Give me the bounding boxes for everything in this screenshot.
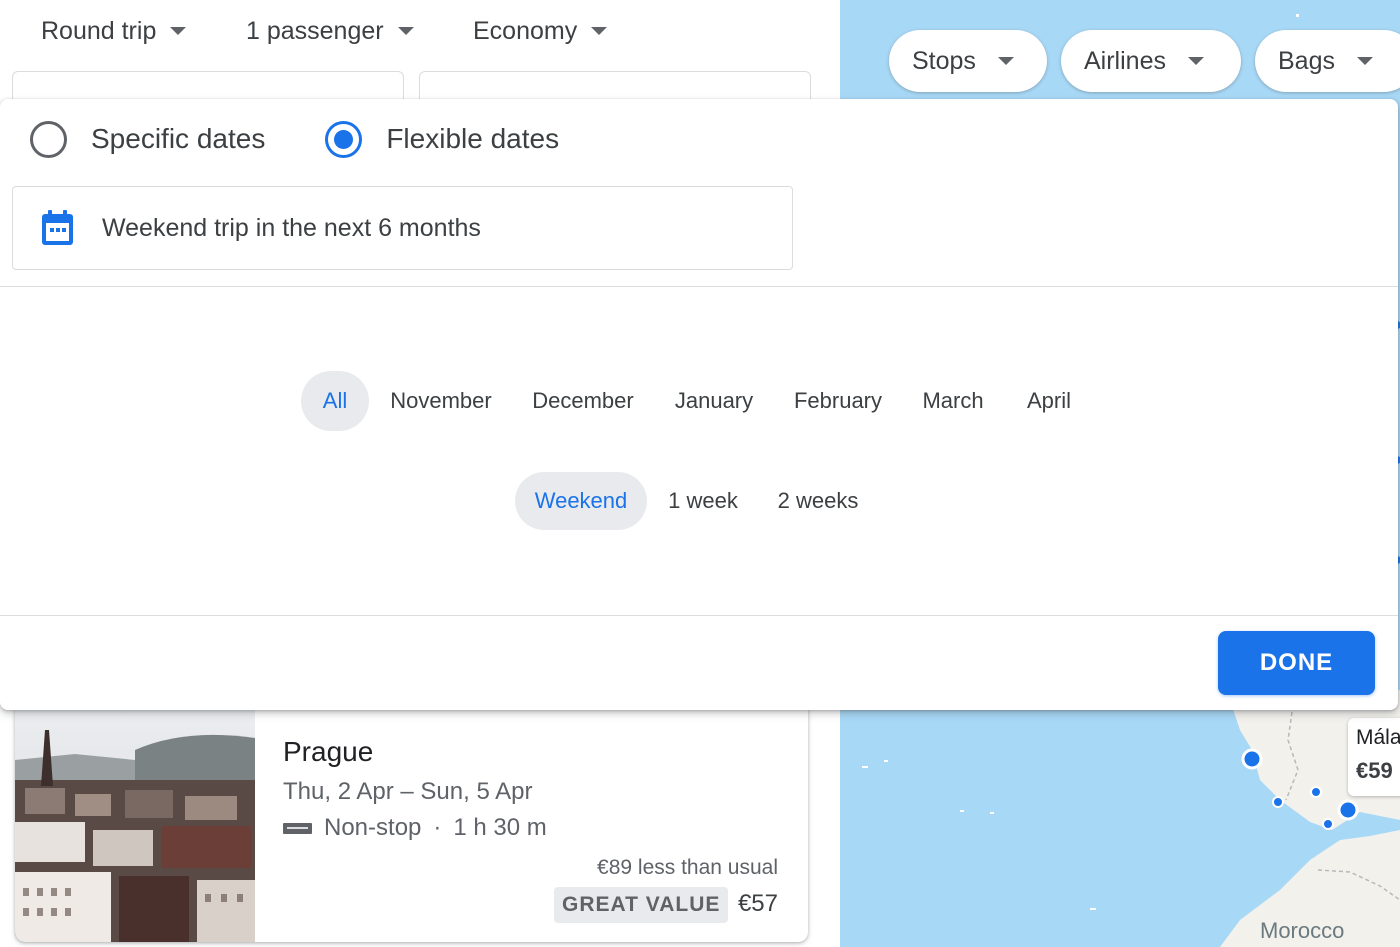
destination-result-card[interactable]: Prague Thu, 2 Apr – Sun, 5 Apr Non-stop … bbox=[15, 690, 808, 942]
divider bbox=[0, 286, 1398, 287]
pin-price: €59 bbox=[1356, 758, 1393, 783]
search-options-bar: Round trip 1 passenger Economy bbox=[0, 0, 840, 62]
done-button[interactable]: DONE bbox=[1218, 631, 1375, 695]
specific-dates-option[interactable]: Specific dates bbox=[30, 120, 266, 158]
stops-filter-label: Stops bbox=[912, 46, 976, 75]
airlines-filter-chip[interactable]: Airlines bbox=[1061, 30, 1241, 92]
great-value-badge: GREAT VALUE bbox=[554, 887, 729, 923]
caret-down-icon bbox=[170, 27, 187, 35]
trip-summary-field[interactable]: Weekend trip in the next 6 months bbox=[12, 186, 793, 270]
caret-down-icon bbox=[997, 57, 1014, 65]
trip-summary-text: Weekend trip in the next 6 months bbox=[102, 213, 481, 242]
passengers-dropdown[interactable]: 1 passenger bbox=[246, 12, 414, 50]
bags-filter-label: Bags bbox=[1278, 46, 1335, 75]
caret-down-icon bbox=[591, 27, 608, 35]
cabin-class-dropdown[interactable]: Economy bbox=[473, 12, 608, 50]
flight-duration: 1 h 30 m bbox=[453, 814, 547, 841]
trip-dates: Thu, 2 Apr – Sun, 5 Apr bbox=[283, 778, 533, 805]
calendar-icon bbox=[41, 210, 74, 246]
flight-info: Non-stop · 1 h 30 m bbox=[283, 814, 547, 842]
divider bbox=[0, 615, 1398, 616]
price: €57 bbox=[737, 890, 778, 917]
duration-pill-1-week[interactable]: 1 week bbox=[659, 472, 747, 530]
stops-label: Non-stop bbox=[324, 814, 422, 841]
duration-pill-2-weeks[interactable]: 2 weeks bbox=[768, 472, 868, 530]
date-mode-selector: Specific dates Flexible dates bbox=[30, 119, 619, 159]
date-picker-dialog: Specific dates Flexible dates Weekend tr… bbox=[0, 99, 1398, 710]
passengers-label: 1 passenger bbox=[246, 16, 384, 45]
caret-down-icon bbox=[1187, 57, 1204, 65]
caret-down-icon bbox=[397, 27, 414, 35]
month-pill-march[interactable]: March bbox=[912, 371, 994, 431]
destination-photo bbox=[15, 690, 255, 942]
trip-type-label: Round trip bbox=[41, 16, 157, 45]
month-pill-february[interactable]: February bbox=[784, 371, 892, 431]
destination-name: Prague bbox=[283, 736, 374, 767]
pin-city: Mála bbox=[1356, 726, 1400, 749]
caret-down-icon bbox=[1356, 57, 1373, 65]
specific-dates-radio[interactable] bbox=[30, 120, 67, 158]
month-selector: All November December January February M… bbox=[0, 371, 1398, 431]
flexible-dates-option[interactable]: Flexible dates bbox=[325, 120, 560, 158]
separator-dot: · bbox=[433, 814, 442, 841]
duration-pill-weekend[interactable]: Weekend bbox=[515, 472, 647, 530]
airline-logo-icon bbox=[283, 822, 312, 834]
trip-type-dropdown[interactable]: Round trip bbox=[41, 12, 187, 50]
month-pill-january[interactable]: January bbox=[664, 371, 764, 431]
specific-dates-label: Specific dates bbox=[91, 123, 266, 154]
cabin-class-label: Economy bbox=[473, 16, 578, 45]
month-pill-april[interactable]: April bbox=[1014, 371, 1084, 431]
airlines-filter-label: Airlines bbox=[1084, 46, 1166, 75]
bags-filter-chip[interactable]: Bags bbox=[1255, 30, 1400, 92]
month-pill-december[interactable]: December bbox=[522, 371, 644, 431]
map-price-pin[interactable]: Mála €59 bbox=[1348, 718, 1400, 796]
map-country-label: Morocco bbox=[1260, 918, 1345, 943]
trip-length-selector: Weekend 1 week 2 weeks bbox=[0, 472, 1398, 530]
month-pill-all[interactable]: All bbox=[301, 371, 369, 431]
stops-filter-chip[interactable]: Stops bbox=[889, 30, 1047, 92]
flexible-dates-label: Flexible dates bbox=[386, 123, 560, 154]
deal-note: €89 less than usual bbox=[597, 856, 778, 879]
flexible-dates-radio[interactable] bbox=[325, 120, 363, 158]
month-pill-november[interactable]: November bbox=[380, 371, 502, 431]
